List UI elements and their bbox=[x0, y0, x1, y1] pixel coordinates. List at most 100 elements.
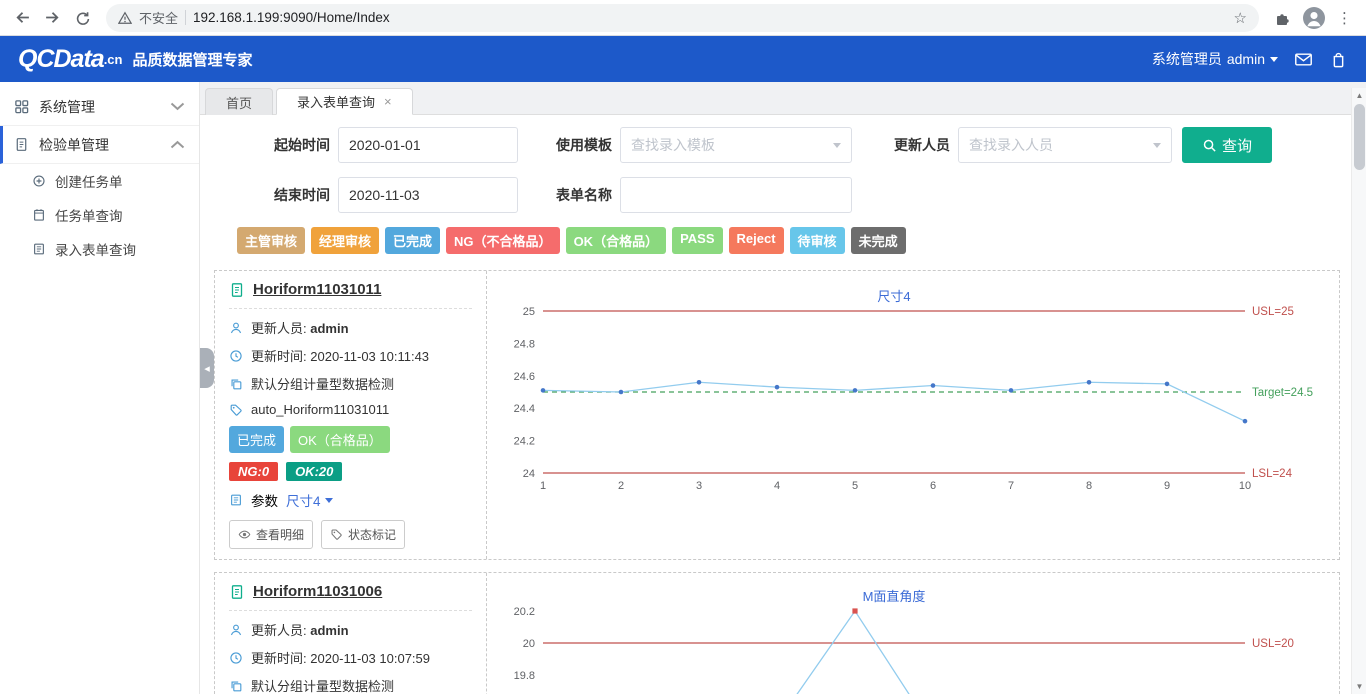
updater-select[interactable]: 查找录入人员 bbox=[958, 127, 1172, 163]
status-mark-button[interactable]: 状态标记 bbox=[321, 520, 405, 549]
record-title-link[interactable]: Horiform11031006 bbox=[253, 583, 382, 600]
tab-form-query[interactable]: 录入表单查询 × bbox=[276, 88, 413, 115]
svg-text:24.4: 24.4 bbox=[514, 403, 535, 415]
address-divider bbox=[185, 10, 186, 25]
sidebar-item-form-query[interactable]: 录入表单查询 bbox=[0, 232, 199, 266]
sidebar-item-inspection[interactable]: 检验单管理 bbox=[0, 126, 199, 164]
screen: 不安全 192.168.1.199:9090/Home/Index ☆ ⋮ QC… bbox=[0, 0, 1366, 694]
status-badge[interactable]: 主管审核 bbox=[237, 227, 305, 254]
user-menu[interactable]: 系统管理员 admin bbox=[1152, 49, 1278, 69]
svg-text:USL=20: USL=20 bbox=[1252, 638, 1294, 650]
svg-text:3: 3 bbox=[696, 480, 702, 492]
scroll-up-arrow[interactable]: ▲ bbox=[1352, 88, 1366, 103]
chevron-down-icon bbox=[1153, 143, 1161, 148]
svg-text:2: 2 bbox=[618, 480, 624, 492]
tab-close-icon[interactable]: × bbox=[384, 94, 392, 109]
bookmark-star-icon[interactable]: ☆ bbox=[1234, 9, 1247, 27]
status-badge[interactable]: NG（不合格品） bbox=[446, 227, 560, 254]
header-right: 系统管理员 admin bbox=[1152, 49, 1348, 69]
search-button-label: 查询 bbox=[1222, 135, 1252, 156]
sidebar-collapse-handle[interactable]: ◂ bbox=[200, 348, 214, 388]
app-logo-suffix: .cn bbox=[104, 52, 123, 67]
tag-line: auto_Horiform11031011 bbox=[229, 402, 472, 417]
form-icon bbox=[229, 584, 245, 600]
svg-text:25: 25 bbox=[523, 306, 535, 318]
group-value: 默认分组计量型数据检测 bbox=[251, 676, 394, 694]
back-button[interactable] bbox=[8, 4, 36, 32]
updater-placeholder: 查找录入人员 bbox=[969, 135, 1053, 155]
refresh-button[interactable] bbox=[68, 4, 96, 32]
scrollbar-thumb[interactable] bbox=[1354, 104, 1365, 170]
template-placeholder: 查找录入模板 bbox=[631, 135, 715, 155]
start-time-input[interactable] bbox=[338, 127, 518, 163]
copy-icon bbox=[229, 377, 243, 391]
chevron-left-icon: ◂ bbox=[204, 362, 210, 375]
update-time-line: 更新时间: 2020-11-03 10:11:43 bbox=[229, 346, 472, 365]
status-badge[interactable]: Reject bbox=[729, 227, 784, 254]
app-logo: QCData bbox=[18, 45, 104, 74]
username: admin bbox=[1227, 51, 1265, 67]
time-label: 更新时间: bbox=[251, 349, 307, 364]
svg-text:10: 10 bbox=[1239, 480, 1251, 492]
record-card: Horiform11031011 更新人员: admin 更新时间: bbox=[214, 270, 1340, 560]
svg-text:20.2: 20.2 bbox=[514, 606, 535, 618]
end-time-input[interactable] bbox=[338, 177, 518, 213]
sidebar-item-label: 检验单管理 bbox=[39, 135, 109, 155]
control-chart: M面直角度1919.219.419.619.82020.212345678910… bbox=[489, 585, 1333, 694]
sidebar-subitem-label: 创建任务单 bbox=[55, 171, 123, 191]
parameter-value: 尺寸4 bbox=[286, 490, 321, 510]
tab-label: 首页 bbox=[226, 93, 252, 112]
tab-label: 录入表单查询 bbox=[297, 92, 375, 111]
view-detail-button[interactable]: 查看明细 bbox=[229, 520, 313, 549]
profile-avatar[interactable] bbox=[1303, 7, 1325, 29]
record-title-link[interactable]: Horiform11031011 bbox=[253, 281, 381, 298]
status-badge[interactable]: PASS bbox=[672, 227, 722, 254]
parameter-select[interactable]: 尺寸4 bbox=[286, 490, 333, 510]
result-badge: OK（合格品） bbox=[290, 426, 390, 453]
sidebar-item-task-query[interactable]: 任务单查询 bbox=[0, 198, 199, 232]
url-text[interactable]: 192.168.1.199:9090/Home/Index bbox=[193, 10, 390, 25]
status-badge[interactable]: OK（合格品） bbox=[566, 227, 667, 254]
forward-button[interactable] bbox=[38, 4, 66, 32]
search-button[interactable]: 查询 bbox=[1182, 127, 1272, 163]
status-badge[interactable]: 待审核 bbox=[790, 227, 845, 254]
main-area: 首页 录入表单查询 × 起始时间 使用模板 查找录入模板 bbox=[200, 82, 1366, 694]
svg-text:4: 4 bbox=[774, 480, 780, 492]
extensions-icon[interactable] bbox=[1275, 10, 1291, 26]
updater-line: 更新人员: admin bbox=[229, 620, 472, 639]
record-info: Horiform11031006 更新人员: admin 更新时间: bbox=[215, 573, 487, 694]
chevron-down-icon bbox=[833, 143, 841, 148]
parameter-row: 参数 尺寸4 bbox=[229, 490, 472, 510]
chevron-down-icon bbox=[170, 99, 185, 114]
form-name-input[interactable] bbox=[620, 177, 852, 213]
record-actions: 查看明细 状态标记 bbox=[229, 520, 472, 549]
scroll-down-arrow[interactable]: ▼ bbox=[1352, 679, 1366, 694]
status-badge[interactable]: 经理审核 bbox=[311, 227, 379, 254]
search-icon bbox=[1202, 138, 1217, 153]
browser-menu-icon[interactable]: ⋮ bbox=[1337, 9, 1352, 27]
address-bar[interactable]: 不安全 192.168.1.199:9090/Home/Index ☆ bbox=[106, 4, 1259, 32]
divider bbox=[229, 308, 472, 309]
group-line: 默认分组计量型数据检测 bbox=[229, 374, 472, 393]
sidebar-item-system[interactable]: 系统管理 bbox=[0, 88, 199, 126]
tag-icon bbox=[229, 403, 243, 417]
sidebar-item-create-task[interactable]: 创建任务单 bbox=[0, 164, 199, 198]
tab-home[interactable]: 首页 bbox=[205, 88, 273, 115]
shop-bag-icon[interactable] bbox=[1329, 50, 1348, 69]
sidebar-item-label: 系统管理 bbox=[39, 97, 95, 117]
task-calendar-icon bbox=[32, 208, 46, 222]
svg-text:19.8: 19.8 bbox=[514, 670, 535, 682]
filter-row-2: 结束时间 表单名称 bbox=[200, 177, 1366, 213]
status-badge[interactable]: 已完成 bbox=[385, 227, 440, 254]
person-icon bbox=[229, 321, 243, 335]
status-badge[interactable]: 未完成 bbox=[851, 227, 906, 254]
svg-text:9: 9 bbox=[1164, 480, 1170, 492]
chevron-up-icon bbox=[170, 137, 185, 152]
form-name-label: 表单名称 bbox=[518, 185, 612, 205]
app-tagline: 品质数据管理专家 bbox=[132, 49, 252, 70]
vertical-scrollbar[interactable]: ▲ ▼ bbox=[1351, 88, 1366, 694]
svg-text:24.2: 24.2 bbox=[514, 436, 535, 448]
mail-icon[interactable] bbox=[1294, 50, 1313, 69]
parameter-label: 参数 bbox=[251, 490, 278, 510]
template-select[interactable]: 查找录入模板 bbox=[620, 127, 852, 163]
